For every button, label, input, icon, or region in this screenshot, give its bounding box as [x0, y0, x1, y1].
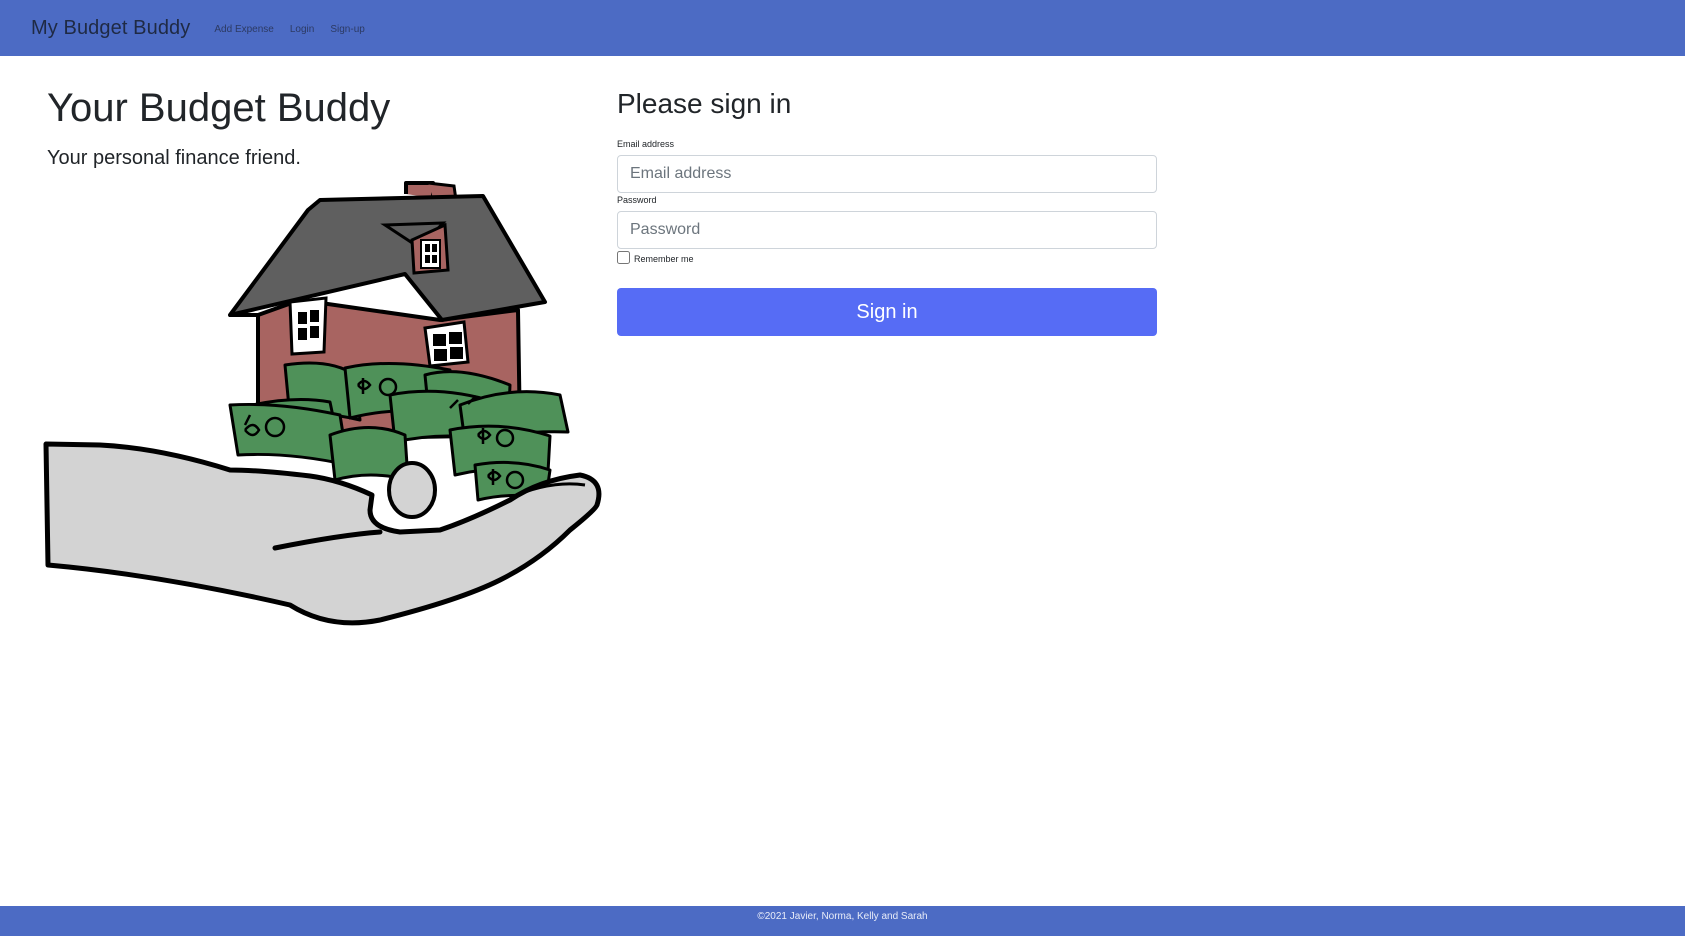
footer: ©2021 Javier, Norma, Kelly and Sarah [0, 906, 1685, 936]
password-label: Password [617, 195, 657, 205]
remember-me-checkbox[interactable] [617, 250, 630, 264]
navbar-brand[interactable]: My Budget Buddy [31, 17, 190, 40]
password-field[interactable] [617, 211, 1157, 249]
signin-form: Please sign in Email address Password Re… [617, 88, 1157, 336]
hero-subtitle: Your personal finance friend. [47, 147, 301, 169]
signin-heading: Please sign in [617, 88, 792, 119]
nav-links: Add Expense Login Sign-up [214, 24, 380, 35]
navbar: My Budget Buddy Add Expense Login Sign-u… [0, 0, 1685, 56]
footer-text: ©2021 Javier, Norma, Kelly and Sarah [757, 911, 928, 922]
nav-link-signup[interactable]: Sign-up [330, 24, 364, 35]
remember-me-label: Remember me [634, 253, 694, 264]
email-field[interactable] [617, 155, 1157, 193]
remember-me-row: Remember me [617, 249, 1157, 265]
hero-title: Your Budget Buddy [47, 86, 391, 130]
house-in-hand-illustration [43, 181, 602, 626]
sign-in-button[interactable]: Sign in [617, 288, 1157, 336]
nav-link-login[interactable]: Login [290, 24, 314, 35]
email-label: Email address [617, 139, 675, 149]
nav-link-add-expense[interactable]: Add Expense [214, 24, 274, 35]
